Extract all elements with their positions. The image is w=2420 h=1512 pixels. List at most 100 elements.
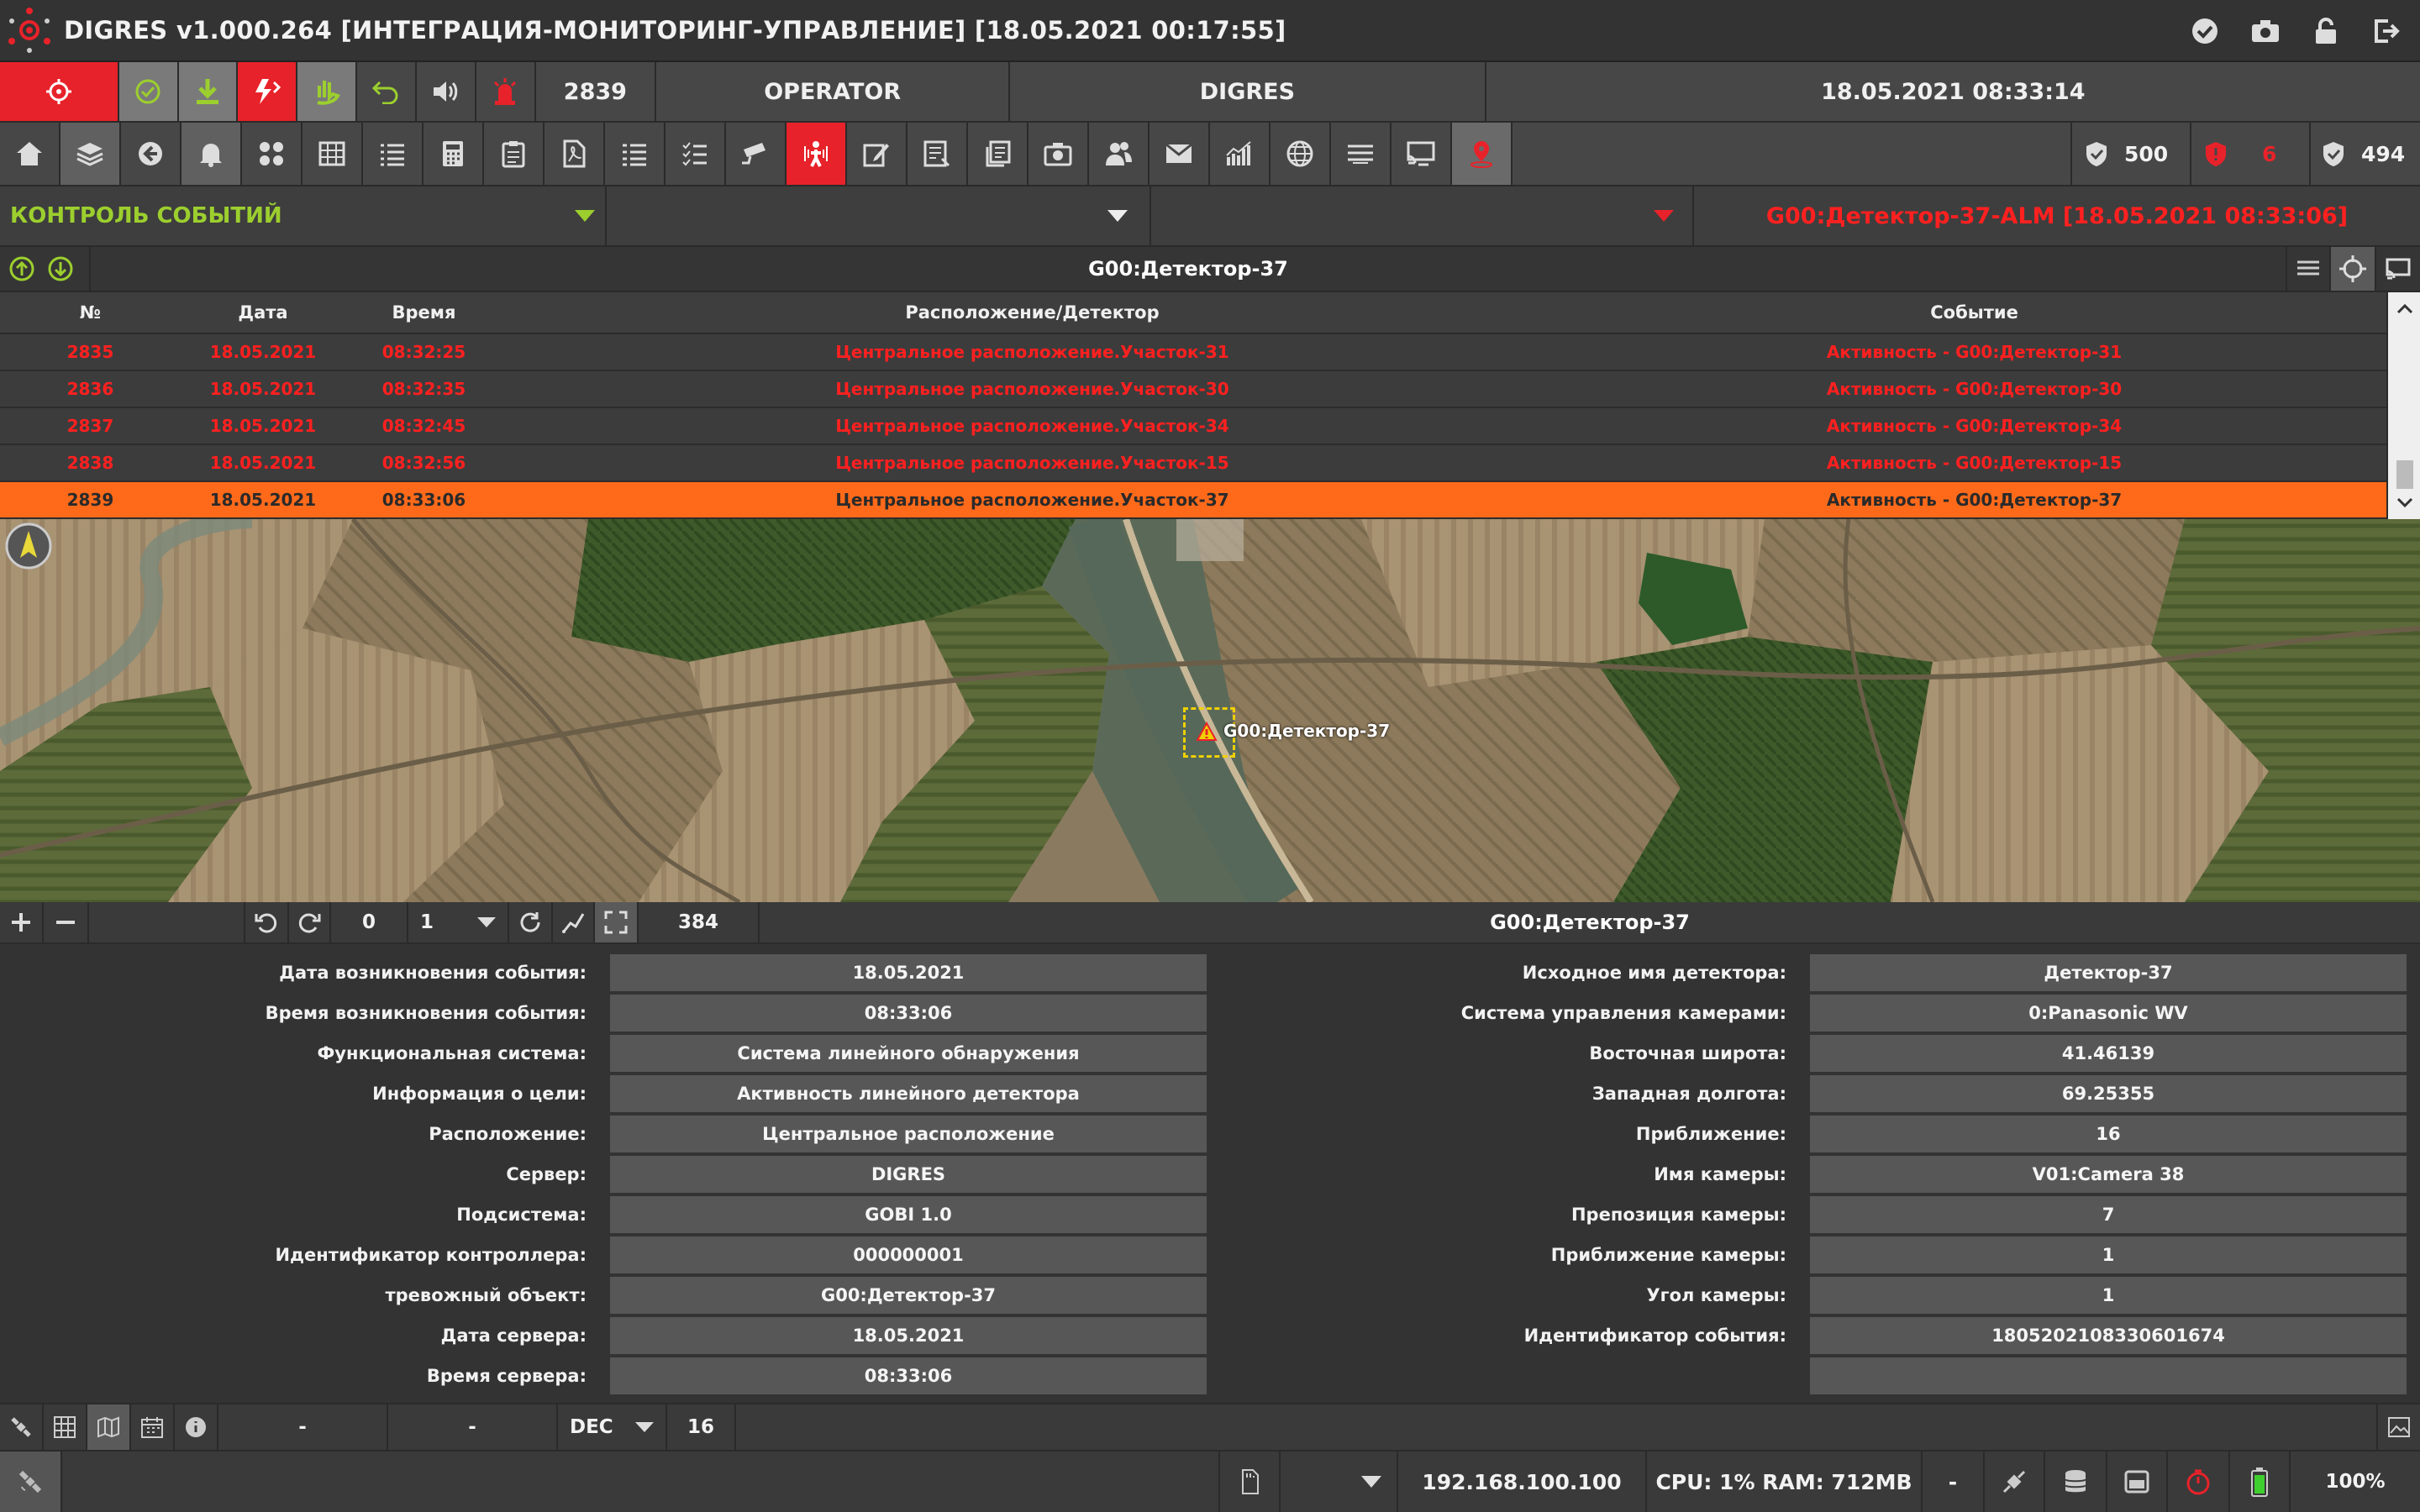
- chart-button[interactable]: [1210, 123, 1270, 185]
- alarm-counter[interactable]: 6: [2191, 123, 2311, 185]
- group-select[interactable]: [607, 186, 1151, 245]
- map-view-button[interactable]: [87, 1404, 131, 1450]
- satellite-status-button[interactable]: [0, 1452, 62, 1512]
- alarm-select[interactable]: [1151, 186, 1694, 245]
- hand-button[interactable]: [297, 62, 358, 121]
- mode-select[interactable]: КОНТРОЛЬ СОБЫТИЙ: [0, 186, 607, 245]
- grid-dots-button[interactable]: [242, 123, 302, 185]
- confirm-button[interactable]: [118, 62, 179, 121]
- home-button[interactable]: [0, 123, 60, 185]
- table-row[interactable]: 2838 18.05.2021 08:32:56 Центральное распол…: [0, 445, 2386, 482]
- checklist-button[interactable]: [666, 123, 726, 185]
- back-circle-icon: [139, 142, 162, 165]
- radix-select[interactable]: DEC: [558, 1404, 667, 1450]
- sound-button[interactable]: [417, 62, 476, 121]
- edit-button[interactable]: [847, 123, 908, 185]
- storage-select[interactable]: [1281, 1452, 1398, 1512]
- users-button[interactable]: [1089, 123, 1150, 185]
- logout-icon[interactable]: [2370, 14, 2403, 48]
- table-scrollbar[interactable]: [2386, 292, 2420, 519]
- details_right-value: 1805202108330601674: [1810, 1317, 2407, 1354]
- satellite-map[interactable]: G00:Детектор-37: [0, 519, 2420, 902]
- rotate-right-button[interactable]: [289, 902, 331, 942]
- cast-small-button[interactable]: [2376, 247, 2420, 291]
- camera-icon[interactable]: [2249, 14, 2282, 48]
- col-number[interactable]: №: [0, 302, 181, 323]
- details_right-label: Система управления камерами:: [1460, 1003, 1786, 1023]
- scroll-down-icon[interactable]: [2388, 491, 2420, 516]
- intrusion-button[interactable]: [786, 123, 847, 185]
- ok-counter[interactable]: 494: [2311, 123, 2420, 185]
- pdf-button[interactable]: [544, 123, 605, 185]
- storage-button[interactable]: [1218, 1452, 1281, 1512]
- measure-button[interactable]: [553, 902, 595, 942]
- details_right-label: Приближение камеры:: [1550, 1245, 1786, 1265]
- col-event[interactable]: Событие: [1562, 302, 2386, 323]
- zoom-out-button[interactable]: [44, 902, 89, 942]
- bell-button[interactable]: [182, 123, 242, 185]
- list-button[interactable]: [363, 123, 424, 185]
- database-button[interactable]: [2045, 1452, 2107, 1512]
- cctv-button[interactable]: [726, 123, 786, 185]
- table-row-selected[interactable]: 2839 18.05.2021 08:33:06 Центральное распол…: [0, 482, 2386, 519]
- filter-lines-button[interactable]: [2286, 247, 2331, 291]
- table-row[interactable]: 2835 18.05.2021 08:32:25 Центральное распол…: [0, 334, 2386, 371]
- layers-button[interactable]: [60, 123, 121, 185]
- locate-button[interactable]: [2331, 247, 2376, 291]
- download-button[interactable]: [178, 62, 239, 121]
- total-count: 500: [2124, 141, 2169, 166]
- info-button[interactable]: [175, 1404, 218, 1450]
- documents-button[interactable]: [968, 123, 1028, 185]
- cast-button[interactable]: [1392, 123, 1452, 185]
- timer-button[interactable]: [2168, 1452, 2230, 1512]
- mail-button[interactable]: [1150, 123, 1210, 185]
- scale-field[interactable]: 384: [639, 902, 760, 942]
- arrow-down-circle-icon[interactable]: [47, 255, 74, 282]
- lock-icon[interactable]: [2309, 14, 2343, 48]
- fullscreen-button[interactable]: [595, 902, 639, 942]
- col-time[interactable]: Время: [345, 302, 502, 323]
- rotation-field[interactable]: 0: [331, 902, 408, 942]
- warning-triangle-icon: [1196, 722, 1218, 741]
- map-toolbar: 0 1 384 G00:Детектор-37: [0, 902, 2420, 944]
- table-row[interactable]: 2836 18.05.2021 08:32:35 Центральное распол…: [0, 371, 2386, 408]
- scroll-up-icon[interactable]: [2388, 296, 2420, 321]
- radix-value-field[interactable]: 16: [667, 1404, 736, 1450]
- siren-button[interactable]: [476, 62, 536, 121]
- table-button[interactable]: [302, 123, 363, 185]
- clipboard-button[interactable]: [484, 123, 544, 185]
- ordered-list-button[interactable]: [605, 123, 666, 185]
- scroll-thumb[interactable]: [2396, 460, 2413, 489]
- map-pin-button[interactable]: [1452, 123, 1512, 185]
- table-row[interactable]: 2837 18.05.2021 08:32:45 Центральное распол…: [0, 408, 2386, 445]
- arrow-up-circle-icon[interactable]: [8, 255, 35, 282]
- refresh-button[interactable]: [509, 902, 553, 942]
- total-counter[interactable]: 500: [2072, 123, 2191, 185]
- globe-button[interactable]: [1270, 123, 1331, 185]
- target-button[interactable]: [0, 62, 119, 121]
- check-icon[interactable]: [2188, 14, 2222, 48]
- marker-label: G00:Детектор-37: [1223, 721, 1391, 741]
- image-button[interactable]: [2376, 1404, 2420, 1450]
- grid-view-button[interactable]: [44, 1404, 87, 1450]
- zoom-in-button[interactable]: [0, 902, 44, 942]
- zoom-select[interactable]: 1: [408, 902, 509, 942]
- server-name: DIGRES: [1199, 78, 1296, 105]
- calendar-button[interactable]: [131, 1404, 175, 1450]
- photo-button[interactable]: [1028, 123, 1089, 185]
- window-button[interactable]: [2107, 1452, 2168, 1512]
- lines-button[interactable]: [1331, 123, 1392, 185]
- rotate-left-button[interactable]: [245, 902, 289, 942]
- back-button[interactable]: [121, 123, 182, 185]
- col-date[interactable]: Дата: [181, 302, 345, 323]
- report-button[interactable]: [908, 123, 968, 185]
- calculator-button[interactable]: [424, 123, 484, 185]
- edit-icon: [863, 144, 889, 167]
- network-button[interactable]: [1985, 1452, 2045, 1512]
- undo-button[interactable]: [357, 62, 417, 121]
- person-alert-icon: [804, 141, 828, 167]
- satellite-mode-button[interactable]: [0, 1404, 44, 1450]
- col-location[interactable]: Расположение/Детектор: [502, 302, 1562, 323]
- minus-icon: [56, 921, 75, 924]
- sync-button[interactable]: [238, 62, 298, 121]
